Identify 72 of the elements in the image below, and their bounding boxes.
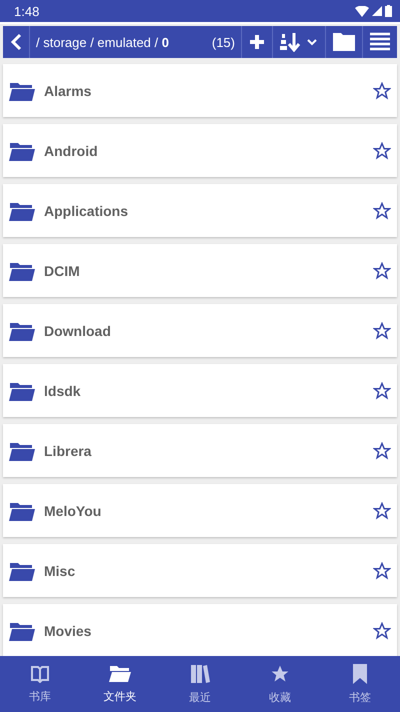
folder-row[interactable]: Misc: [3, 544, 397, 597]
folder-icon: [332, 32, 356, 52]
star-button[interactable]: [373, 382, 391, 400]
folder-name: Alarms: [44, 82, 92, 98]
folder-icon: [9, 620, 36, 641]
star-icon: [373, 142, 391, 160]
item-count: (15): [212, 34, 235, 50]
folder-row[interactable]: Android: [3, 124, 397, 177]
folder-name: MeloYou: [44, 502, 102, 518]
star-icon: [373, 82, 391, 100]
books-icon: [190, 664, 210, 684]
folder-icon: [9, 560, 36, 581]
star-icon: [270, 664, 290, 684]
folder-icon: [9, 140, 36, 161]
folder-name: Android: [44, 142, 99, 158]
folder-icon: [9, 440, 36, 461]
star-button[interactable]: [373, 622, 391, 640]
bookmark-icon: [353, 664, 367, 684]
folder-row[interactable]: ldsdk: [3, 364, 397, 417]
folder-icon: [109, 664, 131, 682]
menu-icon: [369, 32, 391, 52]
folder-icon: [9, 200, 36, 221]
star-icon: [373, 442, 391, 460]
folder-row[interactable]: Movies: [3, 604, 397, 656]
nav-tab[interactable]: 收藏: [240, 656, 320, 712]
folder-name: Movies: [44, 622, 92, 638]
path-breadcrumb[interactable]: / storage / emulated / 0: [36, 34, 208, 50]
star-button[interactable]: [373, 502, 391, 520]
folder-name: Misc: [44, 562, 76, 578]
signal-icon: [372, 6, 382, 16]
book-icon: [30, 664, 50, 682]
star-icon: [373, 322, 391, 340]
plus-icon: [248, 33, 266, 51]
nav-tab[interactable]: 书库: [0, 656, 80, 712]
wifi-icon: [355, 6, 369, 16]
chevron-icon: [9, 33, 23, 51]
star-button[interactable]: [373, 262, 391, 280]
star-button[interactable]: [373, 142, 391, 160]
folder-row[interactable]: MeloYou: [3, 484, 397, 537]
star-icon: [373, 202, 391, 220]
sort-icon: [279, 32, 319, 52]
folder-icon: [9, 260, 36, 281]
folder-row[interactable]: Librera: [3, 424, 397, 477]
nav-tab[interactable]: 文件夹: [80, 656, 160, 712]
folder-row[interactable]: Applications: [3, 184, 397, 237]
star-button[interactable]: [373, 442, 391, 460]
folder-icon: [9, 500, 36, 521]
star-icon: [373, 562, 391, 580]
nav-tab[interactable]: 书签: [320, 656, 400, 712]
folder-icon: [9, 380, 36, 401]
folder-name: Librera: [44, 442, 92, 458]
folder-name: DCIM: [44, 262, 81, 278]
battery-icon: [385, 5, 392, 17]
folder-name: Applications: [44, 202, 130, 218]
star-button[interactable]: [373, 562, 391, 580]
star-icon: [373, 382, 391, 400]
folder-icon: [9, 320, 36, 341]
nav-tab[interactable]: 最近: [160, 656, 240, 712]
folder-name: ldsdk: [44, 382, 82, 398]
clock: 1:48: [14, 4, 40, 18]
star-button[interactable]: [373, 82, 391, 100]
folder-icon: [9, 80, 36, 101]
star-button[interactable]: [373, 322, 391, 340]
star-icon: [373, 502, 391, 520]
folder-name: Download: [44, 322, 112, 338]
folder-row[interactable]: DCIM: [3, 244, 397, 297]
folder-row[interactable]: Download: [3, 304, 397, 357]
add-button[interactable]: [241, 26, 273, 58]
star-icon: [373, 262, 391, 280]
folder-row[interactable]: Alarms: [3, 64, 397, 117]
star-button[interactable]: [373, 202, 391, 220]
star-icon: [373, 622, 391, 640]
